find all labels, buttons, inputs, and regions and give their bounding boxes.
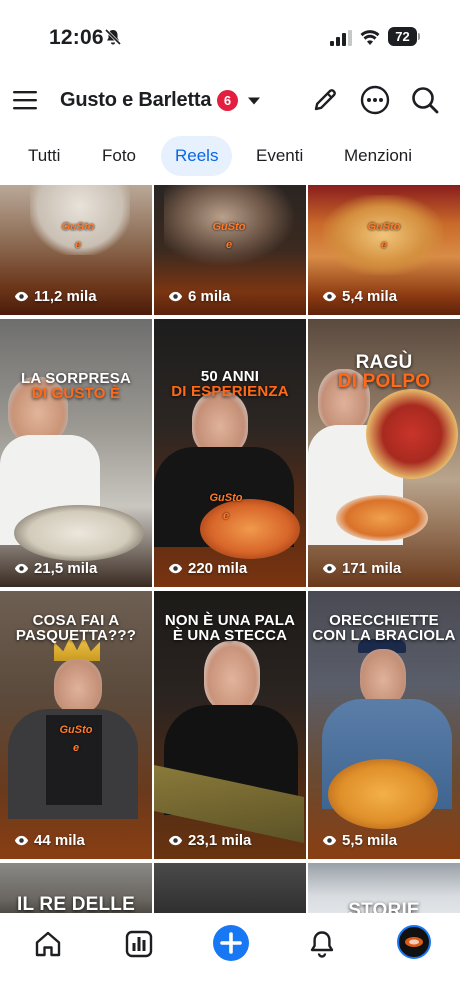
- brand-logo: GuSto e: [209, 492, 243, 522]
- view-count: 5,5 mila: [322, 832, 397, 849]
- view-count: 23,1 mila: [168, 832, 251, 849]
- eye-icon: [168, 291, 183, 302]
- reel-tile[interactable]: GuSto e COSA FAI A PASQUETTA??? 44 mila: [0, 591, 152, 859]
- view-count-label: 5,5 mila: [342, 832, 398, 849]
- view-count-label: 11,2 mila: [34, 288, 97, 305]
- reel-caption-line: CON LA BRACIOLA: [312, 627, 456, 644]
- profile-avatar[interactable]: [397, 925, 431, 959]
- tab-reels[interactable]: Reels: [161, 136, 233, 176]
- reel-tile[interactable]: ORECCHIETTE CON LA BRACIOLA 5,5 mila: [308, 591, 460, 859]
- eye-icon: [168, 835, 183, 846]
- reel-caption: NON È UNA PALA È UNA STECCA: [158, 613, 302, 643]
- view-count-label: 171 mila: [342, 560, 402, 577]
- status-time: 12:06: [49, 26, 104, 49]
- reel-caption: STORIE: [312, 901, 456, 913]
- brand-logo: GuSto e: [59, 724, 93, 754]
- status-bar: 12:06 72: [0, 0, 460, 76]
- brand-logo: GuSto e: [61, 221, 95, 251]
- content-tabs: Tutti Foto Reels Eventi Menzioni: [0, 136, 460, 176]
- chevron-down-icon[interactable]: [247, 96, 261, 106]
- reel-caption: RAGÙ DI POLPO: [312, 353, 456, 391]
- reel-caption: ORECCHIETTE CON LA BRACIOLA: [312, 613, 456, 643]
- eye-icon: [14, 835, 29, 846]
- reel-tile[interactable]: GuSto e 50 ANNI DI ESPERIENZA 220 mila: [154, 319, 306, 587]
- wifi-icon: [360, 30, 380, 45]
- reel-caption: LA SORPRESA DI GUSTO È: [4, 371, 148, 401]
- reel-caption-line: DI ESPERIENZA: [171, 383, 289, 400]
- reel-caption: COSA FAI A PASQUETTA???: [4, 613, 148, 643]
- eye-icon: [322, 291, 337, 302]
- tab-menzioni[interactable]: Menzioni: [344, 136, 412, 176]
- reel-tile[interactable]: STORIE: [308, 863, 460, 913]
- reel-caption-line: COSA FAI A: [32, 612, 120, 629]
- view-count-label: 21,5 mila: [34, 560, 98, 577]
- menu-icon[interactable]: [12, 88, 38, 112]
- reel-caption-line: ORECCHIETTE: [329, 612, 439, 629]
- brand-logo: GuSto e: [212, 221, 246, 251]
- signal-icon: [330, 30, 352, 46]
- view-count: 6 mila: [168, 288, 231, 305]
- eye-icon: [322, 563, 337, 574]
- reel-caption-line: DI POLPO: [337, 371, 431, 392]
- battery-icon: 72: [388, 27, 420, 46]
- reel-tile[interactable]: IL RE DELLE: [0, 863, 152, 913]
- reel-caption-line: 50 ANNI: [200, 368, 260, 385]
- page-title[interactable]: Gusto e Barletta: [60, 89, 211, 112]
- edit-icon[interactable]: [311, 86, 339, 114]
- tab-eventi[interactable]: Eventi: [256, 136, 303, 176]
- notifications-icon[interactable]: [307, 929, 337, 959]
- eye-icon: [322, 835, 337, 846]
- eye-icon: [168, 563, 183, 574]
- more-icon[interactable]: [360, 85, 390, 115]
- reel-caption-line: PASQUETTA???: [15, 627, 137, 644]
- create-button[interactable]: [213, 925, 249, 961]
- reel-tile[interactable]: NON È UNA PALA È UNA STECCA 23,1 mila: [154, 591, 306, 859]
- reel-caption-line: IL RE DELLE: [17, 894, 135, 913]
- page-header: Gusto e Barletta 6: [0, 76, 460, 128]
- reel-tile[interactable]: GuSto e 11,2 mila: [0, 185, 152, 315]
- reel-caption-line: È UNA STECCA: [172, 627, 288, 644]
- reel-tile[interactable]: GuSto e 5,4 mila: [308, 185, 460, 315]
- home-icon[interactable]: [33, 929, 63, 959]
- notification-badge: 6: [217, 90, 238, 111]
- reel-caption-line: STORIE: [348, 900, 420, 913]
- tab-foto[interactable]: Foto: [102, 136, 136, 176]
- view-count: 44 mila: [14, 832, 85, 849]
- view-count-label: 44 mila: [34, 832, 85, 849]
- muted-bell-icon: [104, 28, 122, 46]
- view-count-label: 23,1 mila: [188, 832, 252, 849]
- eye-icon: [14, 563, 29, 574]
- reel-caption: 50 ANNI DI ESPERIENZA: [158, 369, 302, 399]
- battery-level: 72: [388, 27, 417, 46]
- view-count: 171 mila: [322, 560, 401, 577]
- plus-icon: [220, 932, 242, 954]
- view-count-label: 5,4 mila: [342, 288, 398, 305]
- reel-caption: IL RE DELLE: [4, 895, 148, 913]
- reel-caption-line: LA SORPRESA: [21, 370, 131, 387]
- view-count-label: 220 mila: [188, 560, 248, 577]
- view-count: 5,4 mila: [322, 288, 397, 305]
- stats-icon[interactable]: [124, 929, 154, 959]
- view-count: 21,5 mila: [14, 560, 97, 577]
- reel-tile[interactable]: GuSto e 6 mila: [154, 185, 306, 315]
- reel-caption-line: DI GUSTO È: [31, 385, 121, 402]
- reel-caption-line: NON È UNA PALA: [164, 612, 296, 629]
- reels-grid: GuSto e 11,2 mila GuSto e 6 mila GuSto e…: [0, 185, 460, 913]
- view-count-label: 6 mila: [188, 288, 231, 305]
- tab-tutti[interactable]: Tutti: [28, 136, 60, 176]
- brand-logo: GuSto e: [367, 221, 401, 251]
- view-count: 220 mila: [168, 560, 247, 577]
- bottom-nav: [0, 913, 460, 1001]
- view-count: 11,2 mila: [14, 288, 97, 305]
- profile-avatar-image: [405, 937, 423, 947]
- search-icon[interactable]: [411, 86, 439, 114]
- reel-caption-line: RAGÙ: [355, 352, 413, 373]
- eye-icon: [14, 291, 29, 302]
- reel-tile[interactable]: RAGÙ DI POLPO 171 mila: [308, 319, 460, 587]
- reel-tile[interactable]: [154, 863, 306, 913]
- reel-tile[interactable]: LA SORPRESA DI GUSTO È 21,5 mila: [0, 319, 152, 587]
